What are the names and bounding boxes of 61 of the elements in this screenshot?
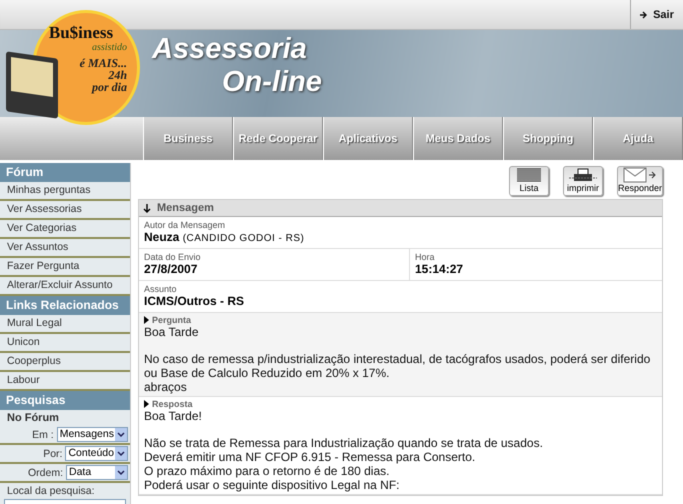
sidebar-heading: Links Relacionados [0,296,130,315]
subject-value: ICMS/Outros - RS [144,294,246,308]
date-value: 27/8/2007 [144,262,198,276]
field-label: Data do Envio [144,252,202,262]
field-label: Autor da Mensagem [144,220,226,230]
toolbar-button[interactable]: Responder [617,166,663,196]
triangle-icon [144,316,149,324]
caret-icon [115,466,127,479]
sidebar-heading: Pesquisas [0,391,130,410]
filter-label: Ordem: [28,466,63,478]
field-label: Hora [415,252,436,262]
printer-icon [569,167,597,183]
post-label: Resposta [152,399,193,409]
logo-brand: Bu$iness [48,23,114,43]
post-text: Não se trata de Remessa para Industrialização quando se trata de usados. [144,436,544,450]
dropdown[interactable]: Data [66,465,128,480]
toolbar-button[interactable]: Lista [509,166,549,196]
filter-label: Por: [43,448,62,460]
envelope-icon [623,167,657,183]
search-subtitle: No Fórum [6,411,60,426]
banner-title: On-line [222,66,322,99]
sidebar-link[interactable]: Fazer Pergunta [0,258,130,277]
sidebar-link[interactable]: Unicon [0,334,130,353]
logo-slogan: por dia [92,81,127,93]
logo-tagline: assistido [92,43,127,53]
triangle-icon [144,400,149,408]
sidebar-link[interactable]: Cooperplus [0,353,130,372]
sidebar-link[interactable]: Ver Assessorias [0,201,130,220]
post-text: Deverá emitir uma NF CFOP 6.915 - Remessa para Conserto. [144,450,476,464]
down-arrow-icon [143,203,151,213]
field-label: Assunto [144,284,178,294]
location-label: Local da pesquisa: [6,484,96,499]
time-value: 15:14:27 [415,262,464,276]
arrow-icon [640,10,648,18]
caret-icon [115,447,127,460]
laptop-drawing [6,51,58,119]
author-name: Neuza [144,230,180,244]
filter-label: Em : [32,428,54,440]
post-label: Pergunta [152,315,192,325]
banner-title: Assessoria [152,33,308,66]
sidebar-link[interactable]: Mural Legal [0,315,130,334]
logo-slogan: 24h [108,69,127,81]
message-header: Mensagem [139,200,662,217]
sidebar-link[interactable]: Ver Assuntos [0,239,130,258]
list-icon [515,167,543,183]
post-text: Boa Tarde! [144,409,203,423]
author-location: (CANDIDO GODOI - RS) [182,233,304,244]
post-text: abraços [144,380,188,394]
toolbar-button[interactable]: imprimir [563,166,603,196]
post-text: Boa Tarde [144,325,200,339]
caret-icon [115,428,127,441]
logo-slogan: é MAIS... [80,57,127,69]
dropdown[interactable]: Mensagens [56,427,128,442]
post-text: No caso de remessa p/industrialização interestadual, de tacógrafos usados, poderá ser diferido ou Base de Calculo Reduzido em 20% x 17%. [144,352,652,380]
sidebar-link[interactable]: Minhas perguntas [0,182,130,201]
dropdown[interactable]: Conteúdo [65,446,128,461]
post-text: O prazo máximo para o retorno é de 180 dias. [144,464,390,478]
logout-link[interactable]: Sair [630,0,683,29]
sidebar-heading: Fórum [0,163,130,182]
post-text: Poderá usar o seguinte dispositivo Legal na NF: [144,478,400,492]
sidebar-link[interactable]: Ver Categorias [0,220,130,239]
